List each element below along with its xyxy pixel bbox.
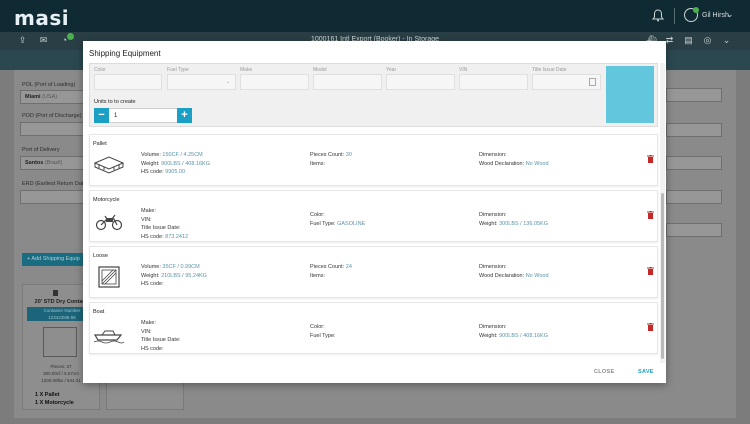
trash-icon[interactable] bbox=[53, 290, 58, 296]
right-dropdown-1[interactable] bbox=[666, 123, 722, 137]
pod-field[interactable] bbox=[20, 122, 92, 136]
right-date-field[interactable] bbox=[666, 223, 722, 237]
calendar-icon[interactable] bbox=[589, 78, 596, 86]
topbar-divider bbox=[674, 8, 675, 24]
color-input[interactable] bbox=[94, 74, 162, 90]
right-field-2[interactable] bbox=[666, 156, 722, 170]
port-of-delivery-label: Port of Delivery bbox=[22, 147, 60, 153]
units-label: Units to to create bbox=[94, 99, 136, 105]
card-column-2: Color: Fuel Type: GASOLINE bbox=[310, 212, 366, 227]
equipment-type: Pallet bbox=[93, 141, 107, 147]
pod-label: POD (Port of Discharge) bbox=[22, 113, 82, 119]
increment-button[interactable]: + bbox=[177, 108, 192, 123]
decrement-button[interactable]: − bbox=[94, 108, 109, 123]
equipment-type: Boat bbox=[93, 309, 105, 315]
user-name[interactable]: Gil Hirsh bbox=[702, 12, 729, 19]
equipment-card-motorcycle: Motorcycle Make: VIN: Title Issue Date: … bbox=[89, 190, 658, 242]
container-ship-icon bbox=[43, 327, 77, 357]
bell-icon[interactable] bbox=[652, 9, 666, 23]
erd-field[interactable] bbox=[20, 190, 92, 204]
modal-body: Color Fuel Type ⌄ Make Model Year VIN Ti… bbox=[83, 63, 666, 363]
right-field-1[interactable] bbox=[666, 88, 722, 102]
equipment-type: Motorcycle bbox=[93, 197, 120, 203]
card-column-3: Dimension: Wood Declaration: No Wood bbox=[479, 152, 549, 167]
trash-icon[interactable] bbox=[647, 211, 654, 219]
app-logo[interactable]: masi bbox=[14, 6, 69, 30]
trash-icon[interactable] bbox=[647, 267, 654, 275]
modal-title: Shipping Equipment bbox=[89, 49, 161, 58]
card-column-1: Make: VIN: Title Issue Date: HS code: bbox=[141, 320, 181, 352]
online-status-dot bbox=[693, 7, 699, 13]
save-button[interactable]: SAVE bbox=[638, 369, 654, 375]
card-column-3: Dimension: Weight: 900LBS / 408.16KG bbox=[479, 324, 549, 339]
erd-label: ERD (Earliest Return Date) bbox=[22, 181, 89, 187]
card-column-2: Color: Fuel Type: bbox=[310, 324, 336, 339]
model-label: Model bbox=[313, 67, 327, 73]
card-column-3: Dimension: Weight: 300LBS / 136.05KG bbox=[479, 212, 549, 227]
pallet-icon bbox=[93, 156, 125, 174]
equipment-card-boat: Boat Make: VIN: Title Issue Date: HS cod… bbox=[89, 302, 658, 354]
trash-icon[interactable] bbox=[647, 323, 654, 331]
units-input[interactable]: 1 bbox=[114, 113, 117, 119]
photo-upload-area[interactable] bbox=[606, 66, 654, 123]
chevron-down-icon: ⌄ bbox=[225, 79, 230, 85]
vin-input[interactable] bbox=[459, 74, 528, 90]
shipping-equipment-modal: Shipping Equipment Color Fuel Type ⌄ Mak… bbox=[83, 41, 666, 383]
units-stepper: − 1 + bbox=[94, 108, 192, 123]
card-column-2: Pieces Count: 30 Items: bbox=[310, 152, 352, 167]
vin-label: VIN bbox=[459, 67, 468, 73]
close-button[interactable]: CLOSE bbox=[594, 369, 614, 375]
title-issue-date-label: Title Issue Date bbox=[532, 67, 567, 73]
modal-footer: CLOSE SAVE bbox=[83, 363, 666, 383]
card-column-1: Make: VIN: Title Issue Date: HS code: 87… bbox=[141, 208, 189, 240]
container-items: 1 X Pallet 1 X Motorcycle bbox=[35, 392, 74, 406]
scrollbar-thumb[interactable] bbox=[661, 193, 664, 359]
make-input[interactable] bbox=[240, 74, 309, 90]
pol-value: Miami (USA) bbox=[25, 94, 58, 100]
motorcycle-icon bbox=[95, 214, 123, 231]
fuel-type-label: Fuel Type bbox=[167, 67, 189, 73]
title-issue-date-input[interactable] bbox=[532, 74, 601, 90]
dollar-icon[interactable]: ◎ bbox=[702, 35, 713, 46]
equipment-card-pallet: Pallet Volume: 150CF / 4.25CM Weight: 90… bbox=[89, 134, 658, 186]
fuel-type-select[interactable]: ⌄ bbox=[167, 74, 236, 90]
top-bar: masi Gil Hirsh ⌄ bbox=[0, 0, 750, 32]
add-shipping-equipment-button[interactable]: + Add Shipping Equip bbox=[22, 253, 87, 266]
equipment-type: Loose bbox=[93, 253, 108, 259]
year-input[interactable] bbox=[386, 74, 455, 90]
document-icon[interactable]: ▤ bbox=[683, 35, 694, 46]
port-of-delivery-value: Santos (Brazil) bbox=[25, 160, 63, 166]
card-column-3: Dimension: Wood Declaration: No Wood bbox=[479, 264, 549, 279]
right-dropdown-2[interactable] bbox=[666, 190, 722, 204]
pol-label: POL (Port of Loading) bbox=[22, 82, 76, 88]
make-label: Make bbox=[240, 67, 253, 73]
boat-icon bbox=[93, 330, 125, 344]
trash-icon[interactable] bbox=[647, 155, 654, 163]
color-label: Color bbox=[94, 67, 106, 73]
crate-icon bbox=[98, 266, 120, 288]
more-icon[interactable]: ⌄ bbox=[721, 35, 732, 46]
model-input[interactable] bbox=[313, 74, 382, 90]
card-column-2: Pieces Count: 24 Items: bbox=[310, 264, 352, 279]
chevron-down-icon[interactable]: ⌄ bbox=[726, 9, 734, 20]
equipment-card-loose: Loose Volume: 35CF / 0.99CM Weight: 210L… bbox=[89, 246, 658, 298]
card-column-1: Volume: 35CF / 0.99CM Weight: 210LBS / 9… bbox=[141, 264, 207, 287]
equipment-form: Color Fuel Type ⌄ Make Model Year VIN Ti… bbox=[89, 63, 658, 127]
year-label: Year bbox=[386, 67, 397, 73]
card-column-1: Volume: 150CF / 4.25CM Weight: 900LBS / … bbox=[141, 152, 211, 175]
